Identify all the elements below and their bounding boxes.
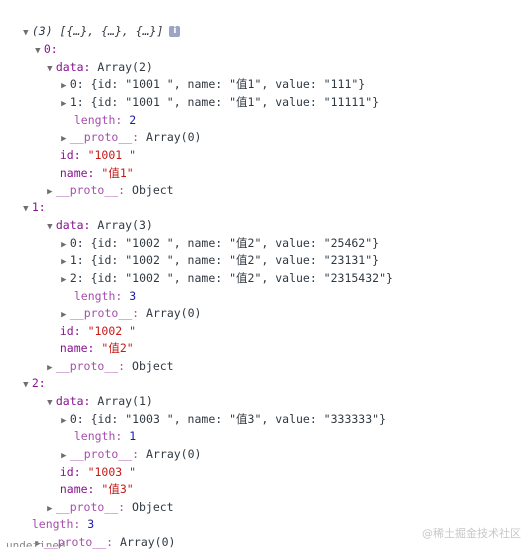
- name-row: name: "值3": [46, 464, 134, 496]
- proto-row[interactable]: ▶ __proto__: Object: [30, 482, 173, 514]
- name-row: name: "值1": [46, 148, 134, 180]
- watermark: @稀土掘金技术社区: [422, 527, 521, 540]
- id-row: id: "1003 ": [46, 447, 136, 479]
- id-row: id: "1001 ": [46, 130, 136, 162]
- proto-type: Array(0): [146, 447, 202, 461]
- outer-length-row: length: 3: [18, 499, 94, 531]
- proto-type: Object: [132, 500, 174, 514]
- name-row: name: "值2": [46, 323, 134, 355]
- proto-type: Array(0): [146, 130, 202, 144]
- entry-row[interactable]: ▶ 1: {id: "1001 ", name: "值1", value: "11…: [44, 77, 379, 109]
- proto-key: __proto__: [55, 359, 119, 373]
- proto-key: __proto__: [55, 183, 119, 197]
- data-row[interactable]: ▼ data: Array(2): [30, 42, 153, 74]
- undefined-output-cut: undefined: [6, 539, 66, 547]
- proto-row[interactable]: ▶ __proto__: Array(0): [44, 112, 201, 144]
- length-row: length: 2: [60, 95, 136, 127]
- proto-row[interactable]: ▶ __proto__: Object: [30, 341, 173, 373]
- data-row[interactable]: ▼ data: Array(1): [30, 376, 153, 408]
- proto-row[interactable]: ▶ __proto__: Object: [30, 165, 173, 197]
- entry-row[interactable]: ▶ 0: {id: "1001 ", name: "值1", value: "11…: [44, 59, 365, 91]
- item-1-row[interactable]: ▼ 1:: [6, 182, 46, 214]
- info-icon[interactable]: i: [169, 26, 181, 37]
- proto-type: Object: [132, 183, 174, 197]
- item-0-row[interactable]: ▼ 0:: [18, 24, 58, 56]
- entry-row[interactable]: ▶ 0: {id: "1002 ", name: "值2", value: "25…: [44, 218, 379, 250]
- item-2-row[interactable]: ▼ 2:: [6, 358, 46, 390]
- entry-row[interactable]: ▶ 1: {id: "1002 ", name: "值2", value: "23…: [44, 235, 379, 267]
- id-row: id: "1002 ": [46, 306, 136, 338]
- entry-row[interactable]: ▶ 2: {id: "1002 ", name: "值2", value: "23…: [44, 253, 393, 285]
- entry-row[interactable]: ▶ 0: {id: "1003 ", name: "值3", value: "33…: [44, 394, 386, 426]
- proto-row[interactable]: ▶ __proto__: Array(0): [44, 429, 201, 461]
- array-summary-row[interactable]: ▼ (3) [{…}, {…}, {…}] i: [6, 6, 181, 38]
- proto-type: Array(0): [146, 306, 202, 320]
- proto-row[interactable]: ▶ __proto__: Array(0): [44, 288, 201, 320]
- length-row: length: 3: [60, 271, 136, 303]
- outer-proto-row[interactable]: ▶ __proto__: Array(0): [18, 517, 175, 549]
- data-row[interactable]: ▼ data: Array(3): [30, 200, 153, 232]
- proto-type: Object: [132, 359, 174, 373]
- length-row: length: 1: [60, 411, 136, 443]
